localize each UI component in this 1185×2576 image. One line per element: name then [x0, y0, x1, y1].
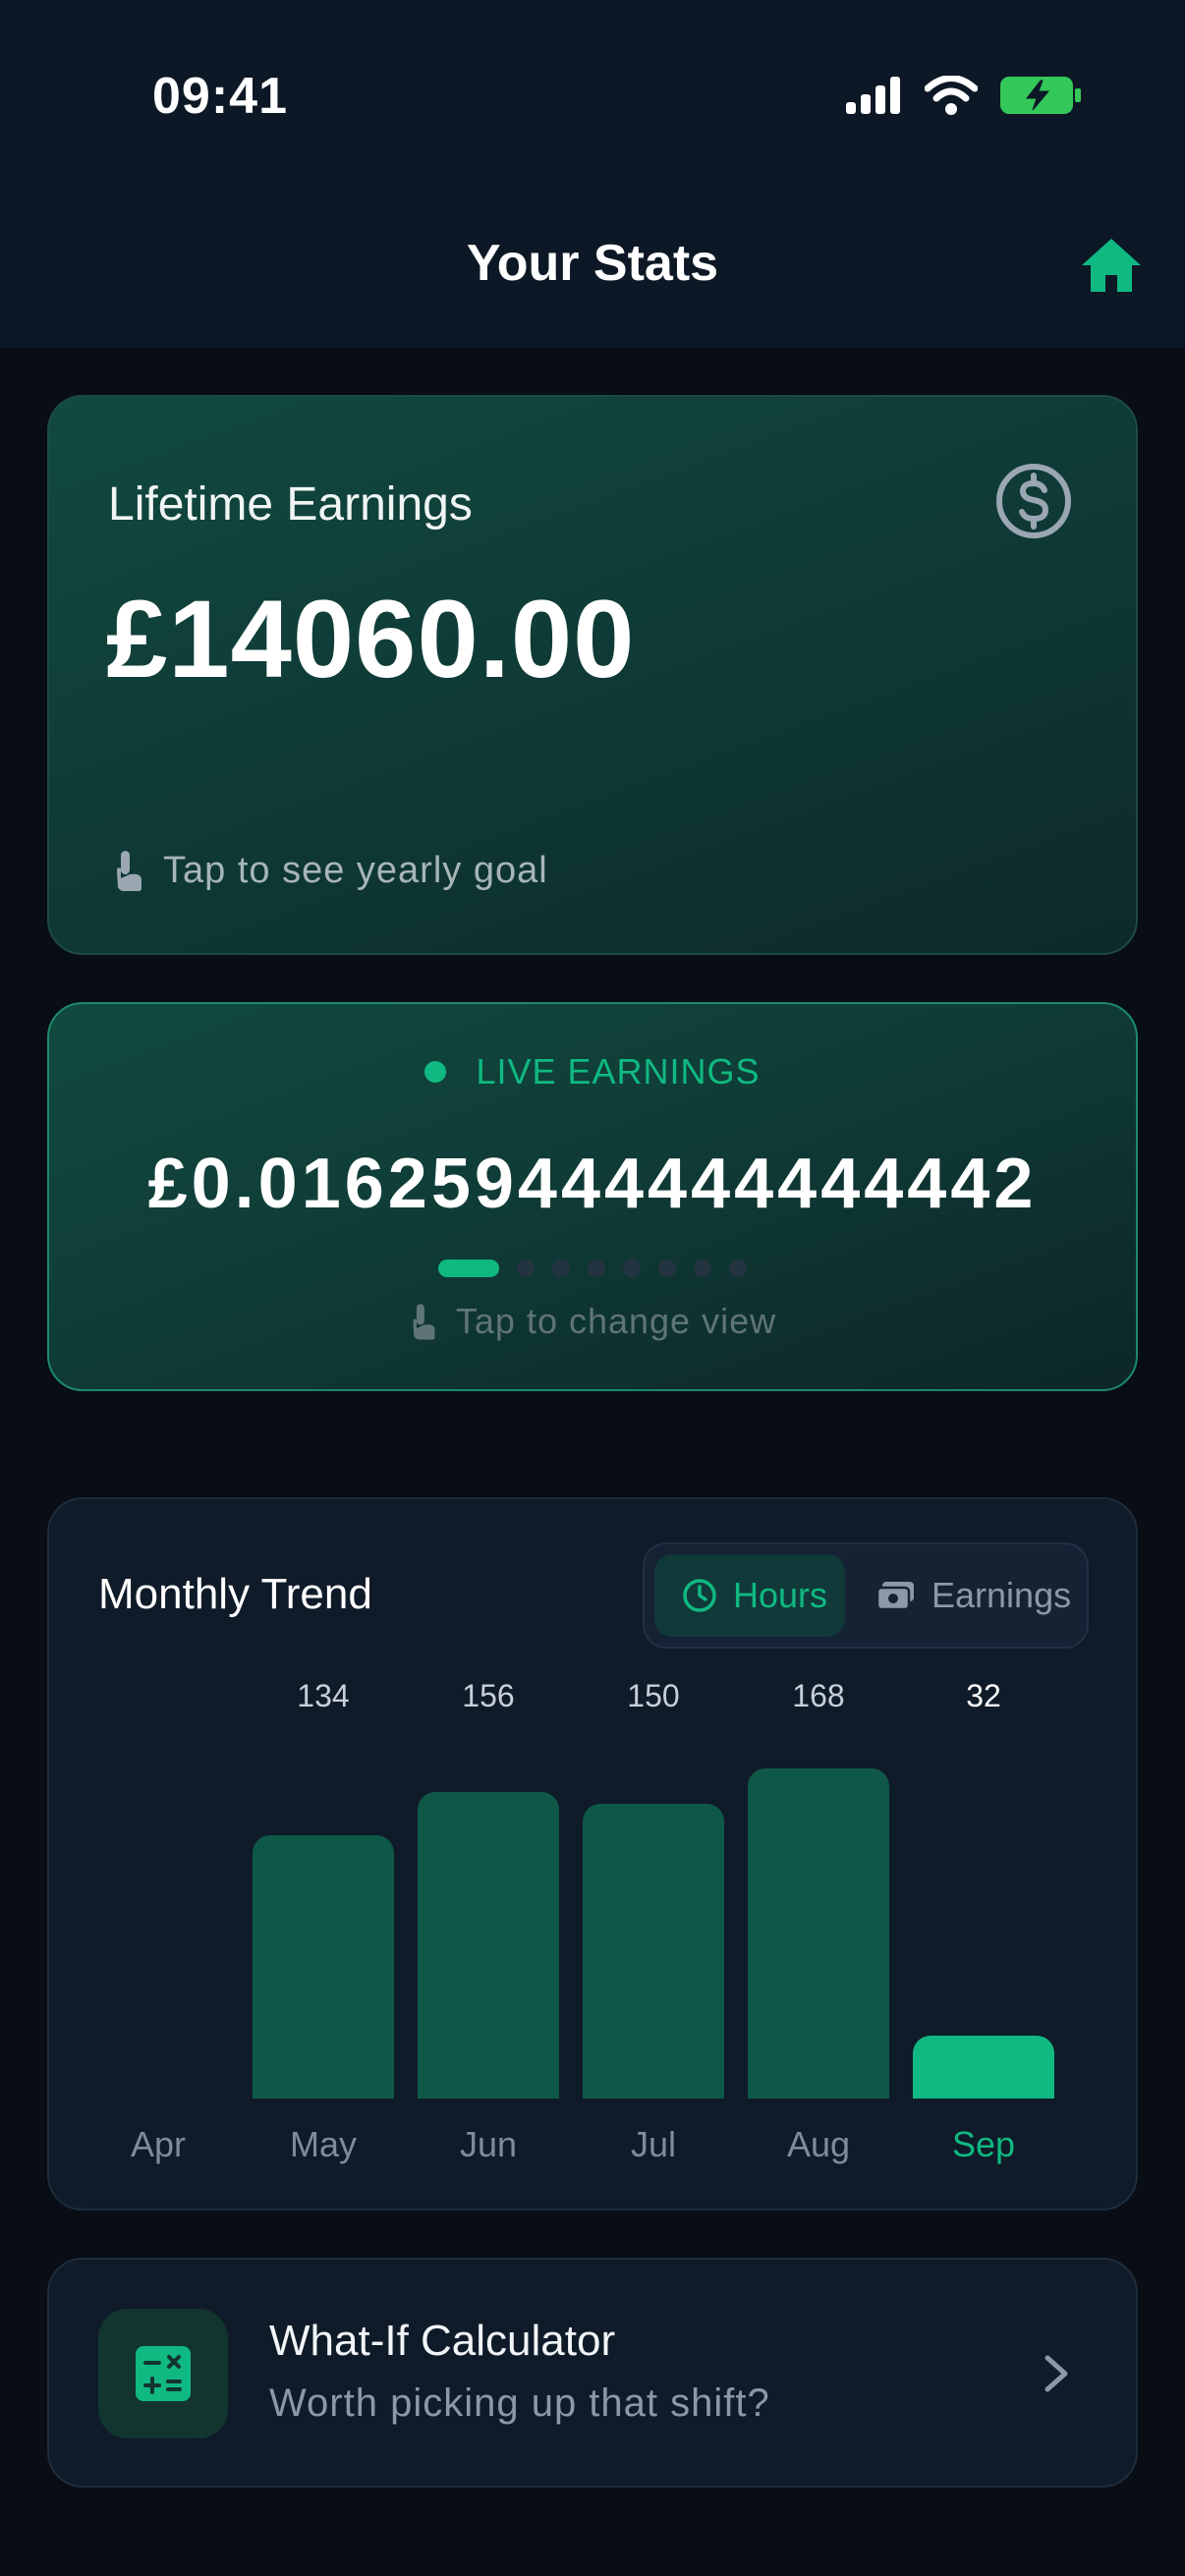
cellular-signal-icon [846, 77, 900, 114]
view-pager-dots[interactable] [49, 1260, 1136, 1277]
chart-bar-may [253, 1835, 394, 2099]
pager-dot [694, 1260, 711, 1277]
monthly-trend-card: Monthly Trend Hours Earnings Apr 134 May 15… [47, 1497, 1138, 2211]
chart-x-label-aug: Aug [786, 2124, 851, 2164]
calculator-icon [136, 2346, 191, 2401]
lifetime-earnings-card[interactable]: Lifetime Earnings £14060.00 Tap to see y… [47, 395, 1138, 955]
live-earnings-card[interactable]: LIVE EARNINGS £0.016259444444444442 Tap … [47, 1002, 1138, 1391]
pager-dot [623, 1260, 641, 1277]
yearly-goal-hint: Tap to see yearly goal [112, 849, 548, 892]
pager-dot [517, 1260, 535, 1277]
lifetime-earnings-value: £14060.00 [106, 578, 636, 700]
chart-bar-aug [748, 1768, 889, 2099]
chart-bar-jun [418, 1792, 559, 2099]
pager-dot [552, 1260, 570, 1277]
live-earnings-header: LIVE EARNINGS [49, 1051, 1136, 1092]
tap-hand-icon [413, 1304, 435, 1340]
lifetime-earnings-label: Lifetime Earnings [108, 478, 473, 531]
live-earnings-label: LIVE EARNINGS [476, 1051, 761, 1092]
pager-dot-active [438, 1260, 499, 1277]
chart-value-label-jun: 156 [462, 1678, 515, 1713]
header: Your Stats [0, 196, 1185, 348]
chart-x-label-may: May [289, 2124, 357, 2164]
chart-value-label-aug: 168 [792, 1678, 845, 1713]
live-indicator-dot [424, 1061, 447, 1083]
live-earnings-value: £0.016259444444444442 [147, 1145, 1038, 1223]
chart-value-label-jul: 150 [627, 1678, 680, 1713]
page-title: Your Stats [466, 235, 719, 292]
chart-x-label-sep: Sep [951, 2124, 1016, 2164]
chart-value-label-sep: 32 [966, 1678, 1001, 1713]
pager-dot [658, 1260, 676, 1277]
yearly-goal-hint-text: Tap to see yearly goal [163, 849, 548, 891]
chart-x-label-jun: Jun [459, 2124, 518, 2164]
what-if-calculator-card[interactable]: What-If Calculator Worth picking up that… [47, 2258, 1138, 2488]
change-view-hint-text: Tap to change view [455, 1301, 777, 1341]
monthly-trend-chart: Apr 134 May 156 Jun 150 Jul 168 Aug 32 Sep [49, 1499, 1140, 2212]
calculator-subtitle: Worth picking up that shift? [269, 2381, 770, 2425]
chart-value-label-may: 134 [297, 1678, 350, 1713]
chart-bar-jul [583, 1804, 724, 2099]
pager-dot [588, 1260, 605, 1277]
status-icons [846, 75, 1082, 116]
status-time: 09:41 [152, 68, 288, 125]
status-bar: 09:41 [0, 0, 1185, 196]
chart-x-label-jul: Jul [630, 2124, 677, 2164]
wifi-icon [925, 76, 978, 115]
tap-hand-icon [117, 851, 141, 891]
pager-dot [729, 1260, 747, 1277]
calculator-title: What-If Calculator [269, 2317, 616, 2365]
chart-bar-sep [913, 2036, 1054, 2099]
dollar-circle-icon [996, 464, 1071, 538]
battery-charging-icon [1000, 77, 1081, 114]
chevron-right-icon [1044, 2355, 1068, 2392]
chart-x-label-apr: Apr [130, 2124, 187, 2164]
change-view-hint: Tap to change view [49, 1301, 1136, 1342]
home-icon[interactable] [1079, 236, 1144, 295]
calculator-icon-wrap [98, 2309, 228, 2438]
